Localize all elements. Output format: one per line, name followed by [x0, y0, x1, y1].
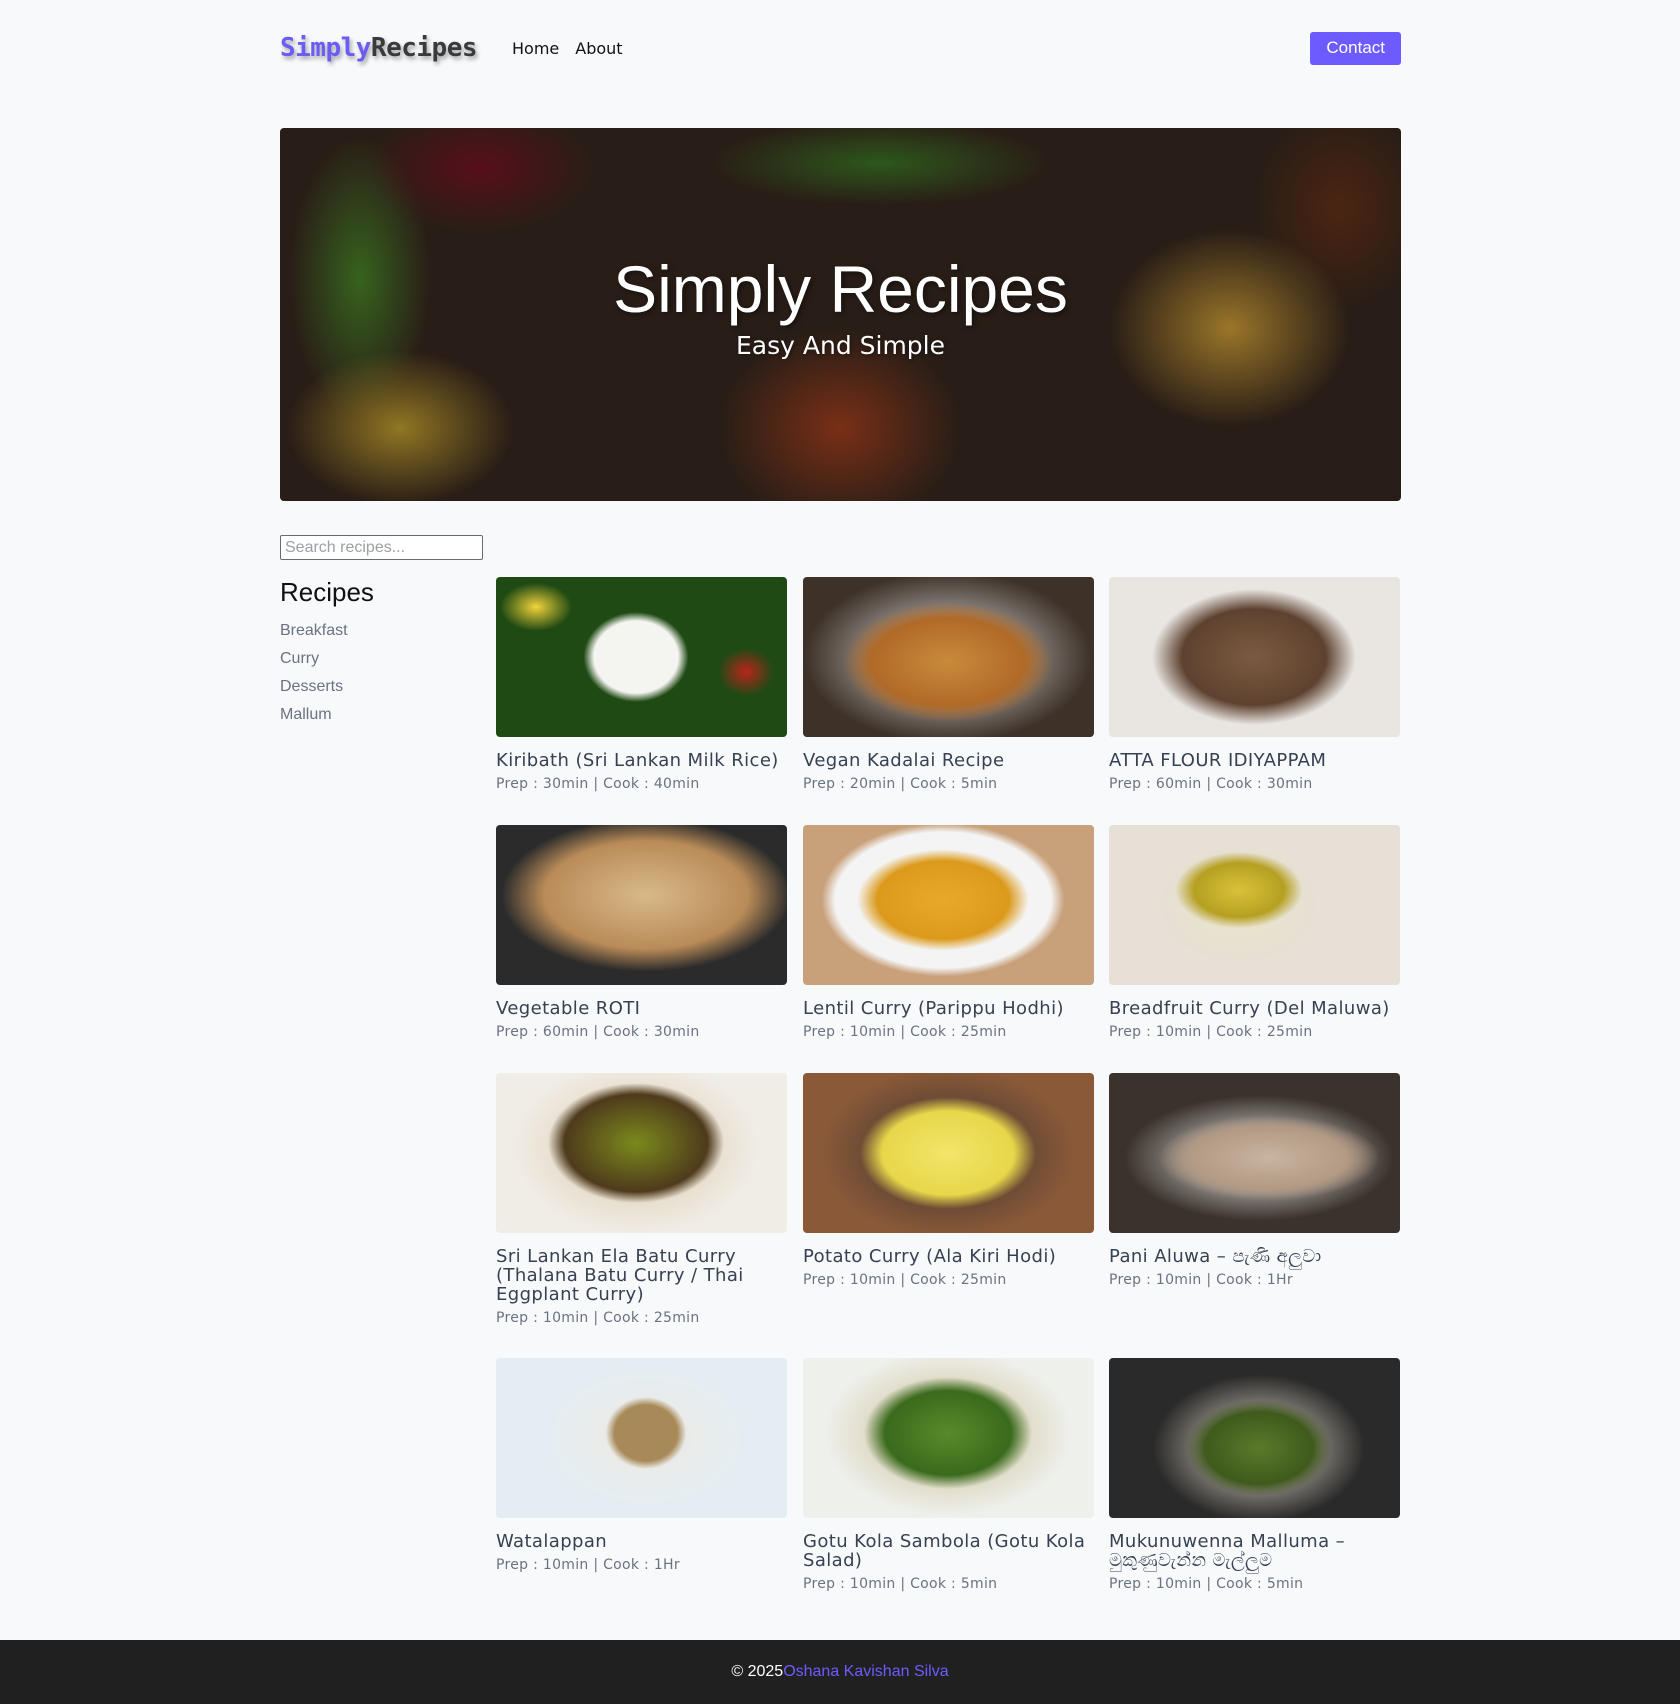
recipe-card-del-maluwa[interactable]: Breadfruit Curry (Del Maluwa) Prep : 10m… [1109, 825, 1400, 1040]
recipe-meta: Prep : 10min | Cook : 5min [1109, 1576, 1304, 1592]
recipe-title: Watalappan [496, 1531, 608, 1552]
hero-text: Simply Recipes Easy And Simple [280, 128, 1401, 501]
recipe-title: Potato Curry (Ala Kiri Hodi) [803, 1246, 1057, 1267]
hero-banner: Simply Recipes Easy And Simple [280, 128, 1401, 501]
recipe-meta: Prep : 10min | Cook : 25min [496, 1310, 700, 1326]
recipe-card-watalappan[interactable]: Watalappan Prep : 10min | Cook : 1Hr [496, 1358, 787, 1573]
recipe-title: Mukunuwenna Malluma – මුකුණුවැන්න මැල්ලු… [1109, 1531, 1346, 1571]
recipe-meta: Prep : 10min | Cook : 1Hr [496, 1557, 680, 1573]
logo-text-recipes: Recipes [370, 33, 478, 63]
logo-text-simply: Simply [280, 33, 371, 63]
recipe-image [803, 825, 1094, 985]
hero-subtitle: Easy And Simple [735, 331, 945, 360]
footer-copyright: © 2025 [731, 1663, 784, 1680]
recipe-title: Vegetable ROTI [496, 998, 641, 1019]
recipe-image [496, 1358, 787, 1518]
recipe-card-mukunuwenna[interactable]: Mukunuwenna Malluma – මුකුණුවැන්න මැල්ලු… [1109, 1358, 1400, 1592]
nav-home-link[interactable]: Home [512, 39, 559, 58]
recipe-image [1109, 1358, 1400, 1518]
recipe-card-gotu-kola[interactable]: Gotu Kola Sambola (Gotu Kola Salad) Prep… [803, 1358, 1094, 1592]
recipe-image [1109, 577, 1400, 737]
recipe-title: Breadfruit Curry (Del Maluwa) [1109, 998, 1390, 1019]
recipe-card-parippu[interactable]: Lentil Curry (Parippu Hodhi) Prep : 10mi… [803, 825, 1094, 1040]
hero-title: Simply Recipes [613, 252, 1068, 326]
recipe-image [496, 577, 787, 737]
category-desserts[interactable]: Desserts [280, 678, 470, 706]
recipe-meta: Prep : 60min | Cook : 30min [1109, 776, 1313, 792]
recipe-image [803, 1073, 1094, 1233]
recipe-image [1109, 825, 1400, 985]
category-curry[interactable]: Curry [280, 650, 470, 678]
recipe-title: Pani Aluwa – පැණි අලුවා [1109, 1246, 1322, 1267]
site-footer: © 2025 Oshana Kavishan Silva [0, 1640, 1680, 1704]
recipe-title: Kiribath (Sri Lankan Milk Rice) [496, 750, 779, 771]
recipe-title: Vegan Kadalai Recipe [803, 750, 1005, 771]
recipe-image [803, 577, 1094, 737]
recipe-card-ela-batu[interactable]: Sri Lankan Ela Batu Curry (Thalana Batu … [496, 1073, 787, 1326]
recipe-meta: Prep : 10min | Cook : 1Hr [1109, 1272, 1293, 1288]
category-breakfast[interactable]: Breakfast [280, 622, 470, 650]
recipe-meta: Prep : 60min | Cook : 30min [496, 1024, 700, 1040]
category-sidebar: Recipes Breakfast Curry Desserts Mallum [280, 577, 470, 734]
footer-author-link[interactable]: Oshana Kavishan Silva [783, 1663, 948, 1681]
category-mallum[interactable]: Mallum [280, 706, 470, 734]
recipe-title: Sri Lankan Ela Batu Curry (Thalana Batu … [496, 1246, 744, 1305]
sidebar-heading: Recipes [280, 577, 374, 607]
recipe-image [1109, 1073, 1400, 1233]
recipe-meta: Prep : 20min | Cook : 5min [803, 776, 998, 792]
recipe-card-pani-aluwa[interactable]: Pani Aluwa – පැණි අලුවා Prep : 10min | C… [1109, 1073, 1400, 1288]
recipe-card-kadalai[interactable]: Vegan Kadalai Recipe Prep : 20min | Cook… [803, 577, 1094, 792]
recipe-title: Gotu Kola Sambola (Gotu Kola Salad) [803, 1531, 1086, 1571]
recipe-meta: Prep : 10min | Cook : 25min [803, 1272, 1007, 1288]
site-header: SimplyRecipes Home About Contact [280, 30, 1401, 66]
recipe-meta: Prep : 10min | Cook : 25min [803, 1024, 1007, 1040]
recipe-title: ATTA FLOUR IDIYAPPAM [1109, 750, 1327, 771]
recipe-image [803, 1358, 1094, 1518]
recipe-card-roti[interactable]: Vegetable ROTI Prep : 60min | Cook : 30m… [496, 825, 787, 1040]
search-input[interactable] [280, 535, 483, 560]
nav-about-link[interactable]: About [575, 39, 622, 58]
recipe-card-idiyappam[interactable]: ATTA FLOUR IDIYAPPAM Prep : 60min | Cook… [1109, 577, 1400, 792]
recipe-card-ala-kiri-hodi[interactable]: Potato Curry (Ala Kiri Hodi) Prep : 10mi… [803, 1073, 1094, 1288]
recipe-meta: Prep : 10min | Cook : 25min [1109, 1024, 1313, 1040]
contact-button[interactable]: Contact [1310, 31, 1401, 65]
recipe-image [496, 1073, 787, 1233]
site-logo[interactable]: SimplyRecipes [280, 33, 478, 63]
recipe-card-kiribath[interactable]: Kiribath (Sri Lankan Milk Rice) Prep : 3… [496, 577, 787, 792]
recipe-meta: Prep : 30min | Cook : 40min [496, 776, 700, 792]
main-nav: Home About [512, 39, 623, 58]
recipe-title: Lentil Curry (Parippu Hodhi) [803, 998, 1064, 1019]
recipe-image [496, 825, 787, 985]
recipe-meta: Prep : 10min | Cook : 5min [803, 1576, 998, 1592]
category-list: Breakfast Curry Desserts Mallum [280, 622, 470, 734]
